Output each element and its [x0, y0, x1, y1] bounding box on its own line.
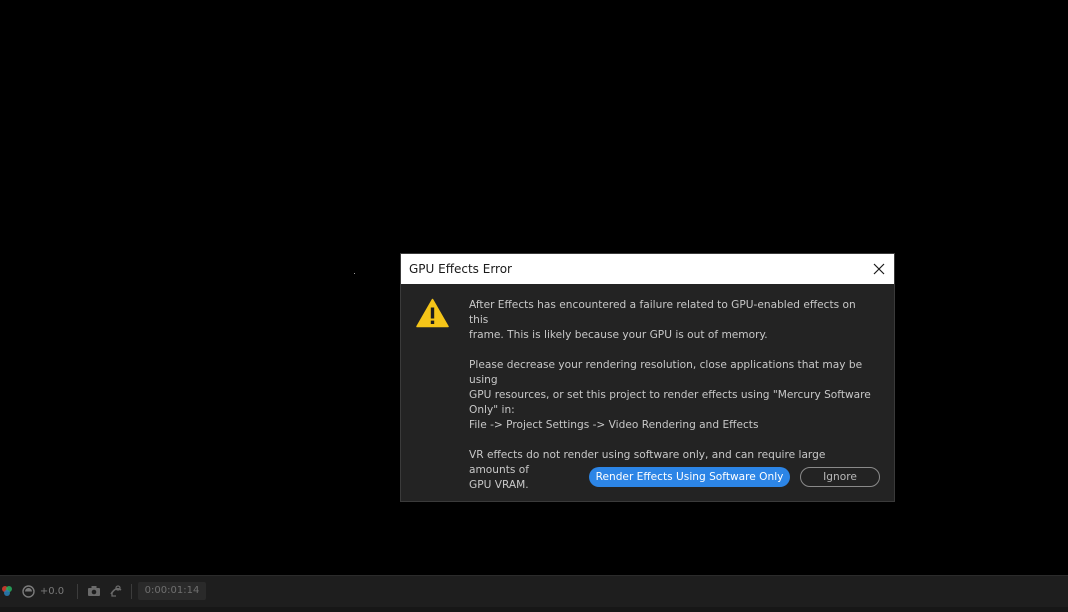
- dialog-message-1: After Effects has encountered a failure …: [469, 299, 856, 341]
- reset-exposure-icon: [21, 584, 35, 598]
- composition-viewer: GPU Effects Error After Effects has enco…: [0, 0, 1068, 612]
- dialog-title: GPU Effects Error: [409, 262, 512, 276]
- close-icon: [873, 263, 885, 275]
- show-snapshot-button[interactable]: [108, 580, 124, 602]
- snapshot-camera-icon: [88, 586, 100, 596]
- ignore-button[interactable]: Ignore: [800, 467, 880, 487]
- current-time-display[interactable]: 0:00:01:14: [138, 582, 206, 600]
- exposure-value-text: +0.0: [39, 585, 65, 597]
- take-snapshot-button[interactable]: [86, 580, 102, 602]
- show-snapshot-icon: [110, 585, 122, 597]
- toolbar-divider: [131, 584, 132, 599]
- color-channel-button[interactable]: [0, 580, 14, 602]
- dialog-message-2: Please decrease your rendering resolutio…: [469, 359, 871, 431]
- render-software-only-button[interactable]: Render Effects Using Software Only: [589, 467, 790, 487]
- color-channel-icon: [2, 586, 12, 596]
- warning-icon: [416, 298, 449, 328]
- viewer-toolbar: +0.0 0:00:01:14: [0, 575, 1068, 612]
- toolbar-divider: [77, 584, 78, 599]
- toolbar-bottom-strip: [0, 607, 1068, 612]
- dialog-titlebar[interactable]: GPU Effects Error: [401, 254, 894, 284]
- close-button[interactable]: [864, 254, 894, 284]
- dialog-actions: Render Effects Using Software Only Ignor…: [401, 467, 894, 487]
- reset-exposure-button[interactable]: [20, 580, 36, 602]
- dialog-body: After Effects has encountered a failure …: [401, 284, 894, 493]
- viewer-pixel: [354, 273, 355, 274]
- gpu-error-dialog: GPU Effects Error After Effects has enco…: [400, 253, 895, 502]
- exposure-value[interactable]: +0.0: [40, 580, 64, 602]
